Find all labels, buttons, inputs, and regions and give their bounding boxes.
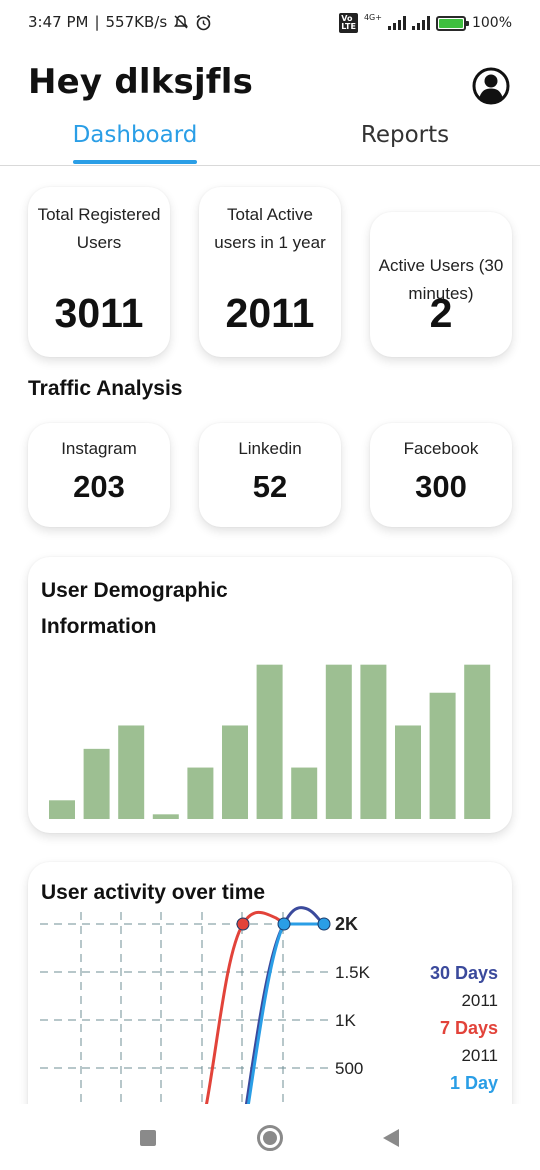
system-nav-bar [0, 1104, 540, 1170]
alarm-icon [196, 14, 211, 30]
tab-dashboard[interactable]: Dashboard [60, 122, 210, 148]
volte-icon: Vo LTE [339, 13, 358, 33]
stat-value: 3011 [54, 290, 144, 336]
circle-home-icon[interactable] [257, 1125, 283, 1151]
traffic-card-linkedin: Linkedin 52 [199, 423, 341, 527]
status-time: 3:47 PM [28, 13, 89, 31]
account-circle-icon [472, 67, 510, 105]
legend-name-1-day: 1 Day [449, 1073, 498, 1093]
stat-card-registered-users: Total Registered Users 3011 [28, 187, 170, 357]
demographic-bar [291, 767, 318, 819]
status-left: 3:47 PM | 557KB/s [28, 13, 212, 31]
battery-icon [435, 15, 469, 31]
point-1-day [277, 917, 291, 931]
traffic-value: 203 [73, 469, 125, 504]
status-divider: | [94, 13, 100, 31]
traffic-card-instagram: Instagram 203 [28, 423, 170, 527]
stat-label: Total Active users in 1 year [214, 205, 326, 252]
tab-reports[interactable]: Reports [330, 122, 480, 148]
demographic-bar [360, 664, 387, 819]
demographic-bar [256, 664, 283, 819]
y-tick-label: 2K [335, 914, 358, 934]
y-tick-label: 500 [335, 1059, 363, 1078]
demographic-bar [429, 692, 456, 819]
legend-value-7-days: 2011 [461, 1046, 498, 1065]
demographic-bar [325, 664, 352, 819]
demographic-bar [187, 767, 214, 819]
demographic-bar [118, 725, 145, 819]
series-line-30-days [244, 906, 325, 1108]
stat-label: Total Registered Users [37, 205, 161, 252]
stat-value: 2 [429, 290, 453, 336]
signal-2-icon [411, 16, 430, 30]
tab-bar: Dashboard Reports [0, 112, 540, 166]
y-tick-label: 1.5K [335, 963, 371, 982]
bell-off-icon [174, 15, 189, 29]
network-type: 4G+ [363, 12, 382, 22]
demographic-bar [222, 725, 248, 819]
activity-title: User activity over time [41, 881, 266, 904]
traffic-card-facebook: Facebook 300 [370, 423, 512, 527]
demographic-bar [464, 664, 491, 819]
y-tick-label: 1K [335, 1011, 356, 1030]
traffic-label: Facebook [403, 439, 479, 458]
traffic-label: Instagram [61, 439, 137, 458]
demographic-bar [395, 725, 421, 819]
status-bar: 3:47 PM | 557KB/s Vo LTE 4G+ 100% [0, 0, 540, 46]
active-tab-indicator [73, 160, 197, 164]
status-speed: 557KB/s [105, 13, 168, 31]
point-1-day-end [317, 917, 331, 931]
profile-button[interactable] [472, 67, 510, 105]
battery-percent: 100% [471, 15, 512, 31]
demographic-bar [49, 800, 75, 819]
traffic-label: Linkedin [238, 439, 302, 458]
stat-value: 2011 [225, 290, 315, 336]
stat-card-active-year: Total Active users in 1 year 2011 [199, 187, 341, 357]
activity-card: 2K 1.5K 1K 500 User activity over time 30 D… [28, 862, 512, 1122]
demographic-bar [83, 748, 110, 819]
legend-value-30-days: 2011 [461, 991, 498, 1010]
traffic-analysis-title: Traffic Analysis [28, 377, 183, 400]
status-right: Vo LTE 4G+ 100% [339, 13, 512, 33]
demographic-card: User Demographic Information [28, 557, 512, 833]
activity-legend: 30 Days 2011 7 Days 2011 1 Day 2011 [430, 960, 498, 1125]
square-icon[interactable] [140, 1130, 156, 1146]
page-title: Hey dlksjfls [28, 62, 254, 102]
traffic-value: 52 [252, 469, 288, 504]
traffic-value: 300 [415, 469, 467, 504]
point-7-days [236, 917, 250, 931]
triangle-back-icon[interactable] [383, 1129, 399, 1147]
demographic-bar [152, 814, 179, 819]
stat-card-active-30min: Active Users (30 minutes) 2 [370, 212, 512, 357]
demographic-title: User Demographic Information [41, 579, 228, 638]
signal-1-icon [387, 16, 406, 30]
legend-name-30-days: 30 Days [429, 963, 498, 983]
legend-name-7-days: 7 Days [439, 1018, 498, 1038]
